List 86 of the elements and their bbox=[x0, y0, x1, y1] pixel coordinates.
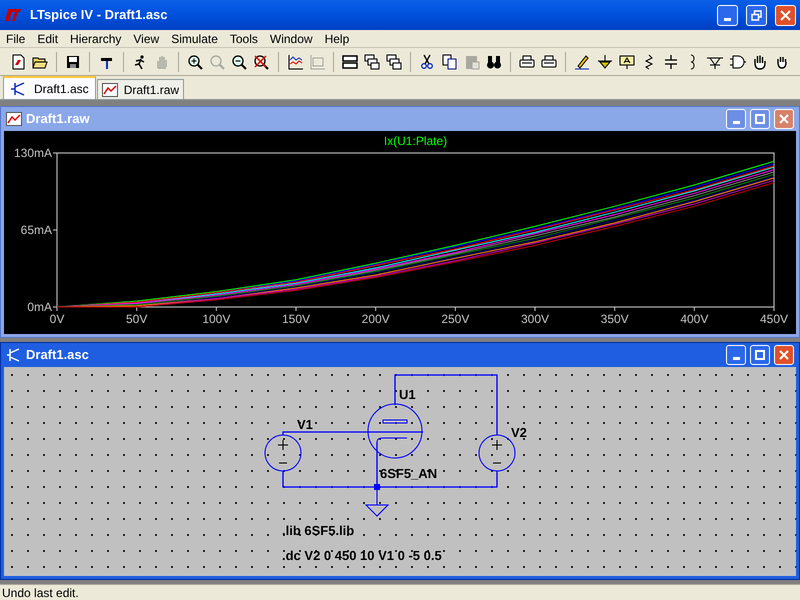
maximize-button[interactable] bbox=[750, 345, 770, 365]
pencil-icon[interactable] bbox=[574, 54, 590, 70]
menu-item[interactable]: Simulate bbox=[166, 30, 223, 46]
menu-item[interactable]: Help bbox=[320, 30, 354, 46]
new-file-icon[interactable] bbox=[10, 54, 26, 70]
menu-item[interactable]: Edit bbox=[32, 30, 64, 46]
trace-label: Ix(U1:Plate) bbox=[384, 134, 448, 148]
spice-directive: .lib 6SF5.lib bbox=[282, 523, 354, 538]
x-tick-label: 0V bbox=[50, 312, 64, 326]
tick-mark bbox=[52, 152, 58, 154]
tiled-windows-icon[interactable] bbox=[342, 54, 358, 70]
window-title: Draft1.raw bbox=[26, 110, 91, 128]
tick-mark bbox=[454, 306, 456, 312]
minimize-button[interactable] bbox=[726, 345, 746, 365]
logic-gate-icon[interactable] bbox=[730, 54, 746, 70]
printer-icon[interactable] bbox=[519, 54, 536, 70]
minimize-icon bbox=[732, 357, 740, 360]
x-tick-label: 200V bbox=[362, 312, 390, 326]
spice-directive: .dc V2 0 450 10 V1 0 -5 0.5 bbox=[282, 548, 442, 563]
tick-mark bbox=[694, 306, 695, 312]
binoculars-icon[interactable] bbox=[486, 54, 502, 70]
menu-item[interactable]: Window bbox=[264, 30, 318, 46]
close-icon bbox=[779, 350, 789, 360]
minimize-button[interactable] bbox=[726, 109, 746, 129]
scissors-icon[interactable] bbox=[419, 54, 436, 70]
menu-item[interactable]: File bbox=[1, 30, 30, 46]
hand-icon[interactable] bbox=[752, 54, 768, 70]
status-text: Undo last edit. bbox=[2, 586, 79, 600]
waveform-icon bbox=[6, 112, 22, 126]
label-icon[interactable] bbox=[618, 54, 635, 70]
x-tick-label: 250V bbox=[441, 312, 470, 326]
tick-mark bbox=[216, 306, 217, 312]
transistor-icon bbox=[6, 348, 22, 362]
window-title: LTspice IV - Draft1.asc bbox=[30, 6, 169, 24]
crossed-magnifier-icon[interactable] bbox=[253, 54, 270, 70]
minimize-icon bbox=[724, 18, 731, 20]
maximize-button[interactable] bbox=[750, 109, 770, 129]
close-button[interactable] bbox=[774, 345, 794, 365]
x-tick-label: 350V bbox=[600, 312, 629, 326]
copy-icon[interactable] bbox=[442, 54, 458, 70]
menu-item[interactable]: Tools bbox=[224, 30, 263, 46]
component-label: V1 bbox=[297, 417, 313, 432]
menu-item[interactable]: View bbox=[128, 30, 164, 46]
transistor-icon bbox=[10, 82, 26, 96]
app-logo-icon bbox=[4, 8, 22, 22]
zoom-in-icon[interactable] bbox=[186, 54, 203, 70]
x-tick-label: 400V bbox=[680, 312, 708, 326]
close-button[interactable] bbox=[774, 109, 794, 129]
voltage-source-symbol bbox=[264, 434, 302, 472]
window-title: Draft1.asc bbox=[26, 346, 90, 364]
restore-icon bbox=[751, 10, 762, 20]
x-tick-label: 100V bbox=[202, 312, 230, 326]
printer-icon[interactable] bbox=[541, 54, 558, 70]
ground-symbol bbox=[366, 490, 390, 516]
component-label: V2 bbox=[511, 425, 527, 440]
y-tick-label: 130mA bbox=[14, 146, 52, 160]
minimize-button[interactable] bbox=[717, 4, 738, 26]
zoom-out-icon[interactable] bbox=[231, 54, 248, 70]
menu-item[interactable]: Hierarchy bbox=[65, 30, 126, 46]
close-icon bbox=[779, 114, 789, 124]
y-tick-label: 0mA bbox=[27, 300, 52, 314]
ground-icon[interactable] bbox=[596, 54, 613, 70]
chart-icon[interactable] bbox=[286, 54, 303, 70]
document-tab[interactable]: Draft1.asc bbox=[3, 76, 96, 99]
tick-mark bbox=[534, 306, 536, 312]
x-tick-label: 300V bbox=[520, 312, 550, 326]
tick-mark bbox=[136, 306, 138, 312]
tick-mark bbox=[375, 306, 376, 312]
minimize-icon bbox=[732, 121, 740, 124]
tick-mark bbox=[614, 306, 616, 312]
close-icon bbox=[780, 10, 791, 20]
component-value: 6SF5_AN bbox=[380, 466, 438, 481]
x-tick-label: 150V bbox=[282, 312, 310, 326]
capacitor-icon[interactable] bbox=[663, 54, 680, 70]
close-button[interactable] bbox=[775, 4, 796, 26]
maximize-icon bbox=[755, 350, 765, 360]
cascaded-windows-icon[interactable] bbox=[386, 54, 402, 70]
x-tick-label: 450V bbox=[760, 312, 788, 326]
y-tick-label: 65mA bbox=[20, 223, 52, 237]
restore-button[interactable] bbox=[746, 4, 767, 26]
maximize-icon bbox=[755, 114, 765, 124]
document-tab[interactable]: Draft1.raw bbox=[96, 79, 184, 99]
cascaded-windows-icon[interactable] bbox=[364, 54, 380, 70]
waveform-icon bbox=[102, 82, 118, 96]
x-tick-label: 50V bbox=[126, 312, 148, 326]
vacuum-tube-symbol bbox=[368, 404, 422, 458]
